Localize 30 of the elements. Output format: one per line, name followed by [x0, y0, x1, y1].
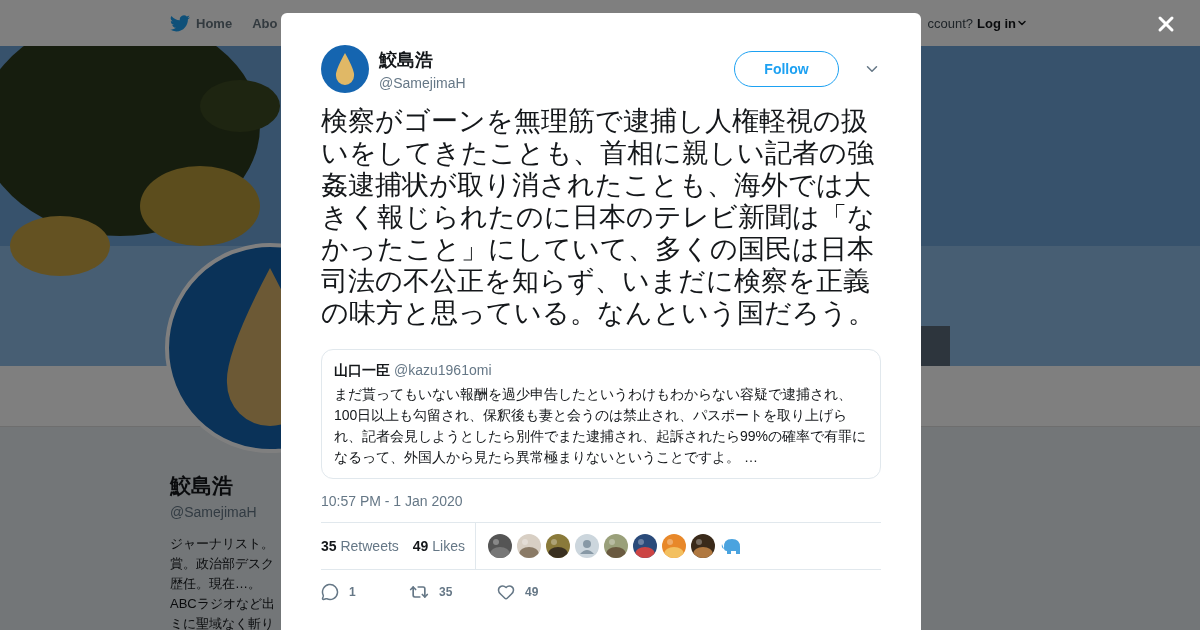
nav-link[interactable]: Abo [252, 15, 278, 31]
heart-icon [497, 583, 515, 601]
tweet-time[interactable]: 10:57 PM - 1 Jan 2020 [321, 493, 881, 509]
profile-handle: @SamejimaH [170, 504, 258, 520]
quoted-author-handle: @kazu1961omi [394, 362, 492, 378]
follow-button[interactable]: Follow [734, 51, 839, 87]
author-handle[interactable]: @SamejimaH [379, 74, 724, 91]
login-link[interactable]: Log in [977, 15, 1028, 31]
action-button[interactable]: 1 [321, 582, 379, 602]
bio-line: ミに聖域なく斬り [170, 615, 275, 630]
tweet-text: 検察がゴーンを無理筋で逮捕し人権軽視の扱いをしてきたことも、首相に親しい記者の強姦逮捕状が取り消されたことも、海外では大きく報じられたのに日本のテレビ新聞は「なかったこと」にしていて、多くの国民は日本司法の不公正を知らず、いまだに検察を正義の味方と思っている。なんという国だろう。 [321, 105, 876, 329]
action-button[interactable]: 49 [497, 582, 555, 602]
nav-link[interactable]: Home [170, 14, 233, 32]
author-name[interactable]: 鮫島浩 [379, 47, 724, 72]
reply-icon [321, 583, 339, 601]
quoted-author-name: 山口一臣 [334, 362, 390, 380]
bio-line: ジャーナリスト。 [170, 535, 275, 553]
bio-line: ABCラジオなど出 [170, 595, 276, 613]
bio-line: 歴任。現在…。 [170, 575, 262, 593]
quoted-text: まだ貰ってもいない報酬を過少申告したというわけもわからない容疑で逮捕され、100日以上も勾留され、保釈後も妻と会うのは禁止され、パスポートを取り上げられ、記者会見しようとしたら別件でまた逮捕され、起訴されたら99%の確率で有罪になるって、外国人から見たら異常極まりないということですよ。 … [334, 385, 868, 467]
stat-link[interactable]: 49 Likes [412, 538, 465, 554]
action-button[interactable]: 35 [409, 582, 467, 602]
account-prompt: ccount? [927, 15, 973, 31]
stat-link[interactable]: 35 Retweets [321, 538, 399, 554]
author-avatar-icon [321, 45, 369, 93]
bio-line: 賞。政治部デスク [170, 555, 275, 573]
profile-name: 鮫島浩 [170, 473, 234, 499]
default-avatar-icon[interactable] [575, 534, 599, 558]
bird-icon [170, 14, 190, 32]
quoted-tweet[interactable]: 山口一臣 @kazu1961omi まだ貰ってもいない報酬を過少申告したというわけもわからない容疑で逮捕され、100日以上も勾留され、保釈後も妻と会うのは禁止され、パスポートを取り上げられ、記者会見しようとしたら別件でまた逮捕され、起訴されたら99%の確率で有罪になるって、外国人から見たら異常極まりないということですよ。 … [321, 349, 881, 479]
